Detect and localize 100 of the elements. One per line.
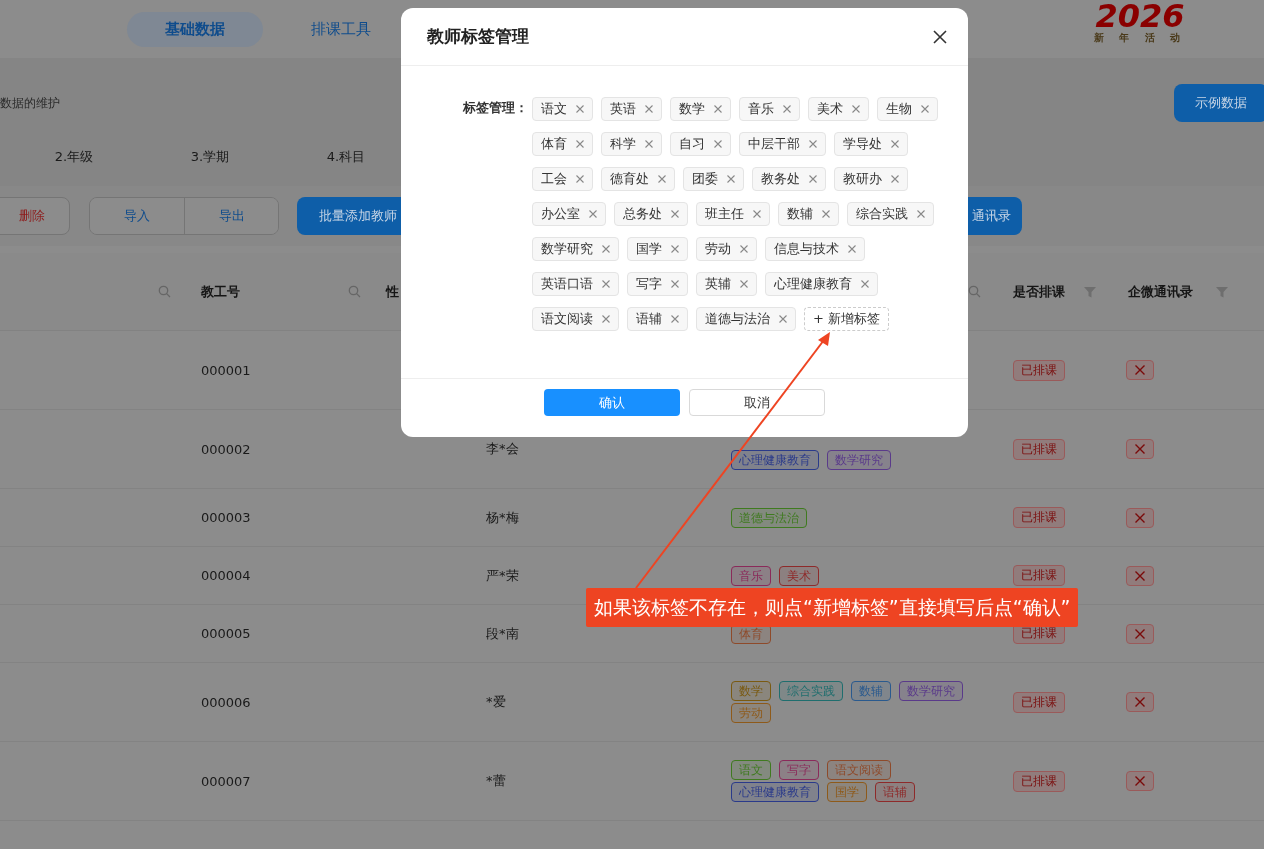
tag-label: 写字 <box>636 275 662 293</box>
tag-chip[interactable]: 写字 <box>627 272 688 296</box>
tag-label: 美术 <box>817 100 843 118</box>
tag-label: 数辅 <box>787 205 813 223</box>
subject-tag: 心理健康教育 <box>731 782 819 802</box>
tag-chip[interactable]: 德育处 <box>601 167 675 191</box>
step-label[interactable]: 2.年级 <box>6 148 142 166</box>
tag-chip[interactable]: 英语 <box>601 97 662 121</box>
tag-label: 体育 <box>541 135 567 153</box>
cross-icon <box>1134 775 1146 787</box>
cross-icon <box>1134 364 1146 376</box>
tag-chip[interactable]: 数学研究 <box>532 237 619 261</box>
tag-label: 科学 <box>610 135 636 153</box>
tag-chip[interactable]: 国学 <box>627 237 688 261</box>
table-cell: 000003 <box>201 510 251 525</box>
tag-label: 语辅 <box>636 310 662 328</box>
tag-chip[interactable]: 语辅 <box>627 307 688 331</box>
column-header: 性 <box>386 282 399 301</box>
tag-label: 道德与法治 <box>705 310 770 328</box>
tag-label: 国学 <box>636 240 662 258</box>
cancel-button[interactable]: 取消 <box>689 389 825 416</box>
tag-chip[interactable]: 中层干部 <box>739 132 826 156</box>
subject-tag: 美术 <box>779 565 819 586</box>
step-label[interactable]: 3.学期 <box>142 148 278 166</box>
tag-chip[interactable]: 科学 <box>601 132 662 156</box>
tag-chip[interactable]: 数学 <box>670 97 731 121</box>
tag-chip[interactable]: 劳动 <box>696 237 757 261</box>
subject-tag: 数学研究 <box>827 450 891 470</box>
table-cell: *蕾 <box>486 772 506 790</box>
annotation-callout: 如果该标签不存在，则点“新增标签”直接填写后点“确认” <box>586 588 1079 627</box>
tag-chip[interactable]: 数辅 <box>778 202 839 226</box>
cross-icon <box>1134 511 1146 524</box>
tag-chip[interactable]: 自习 <box>670 132 731 156</box>
tag-chip[interactable]: 学导处 <box>834 132 908 156</box>
dialog-title: 教师标签管理 <box>427 25 529 48</box>
tag-chip[interactable]: 工会 <box>532 167 593 191</box>
tag-label: 团委 <box>692 170 718 188</box>
tag-label: 语文 <box>541 100 567 118</box>
table-cell: 000006 <box>201 694 251 710</box>
subject-tag: 综合实践 <box>779 681 843 701</box>
table-cell: 000004 <box>201 568 251 583</box>
status-tag: 已排课 <box>1013 770 1065 792</box>
tag-chip[interactable]: 音乐 <box>739 97 800 121</box>
tag-chip[interactable]: 体育 <box>532 132 593 156</box>
status-tag: 已排课 <box>1013 691 1065 713</box>
close-icon[interactable] <box>933 29 947 44</box>
sample-data-button[interactable]: 示例数据 <box>1174 84 1264 122</box>
tag-chip[interactable]: 综合实践 <box>847 202 934 226</box>
add-tag-button[interactable]: + 新增标签 <box>804 307 890 331</box>
tag-label: 英语口语 <box>541 275 593 293</box>
status-tag: 已排课 <box>1013 565 1065 586</box>
tag-label: 英语 <box>610 100 636 118</box>
table-cell: 000007 <box>201 773 251 789</box>
tag-chip[interactable]: 信息与技术 <box>765 237 865 261</box>
search-icon[interactable] <box>158 285 171 298</box>
tag-label: 学导处 <box>843 135 882 153</box>
cross-icon <box>1134 569 1146 582</box>
cross-icon <box>1134 627 1146 640</box>
subject-tag: 音乐 <box>731 565 771 586</box>
tag-label: 德育处 <box>610 170 649 188</box>
table-cell: 李*会 <box>486 440 519 458</box>
subject-tag: 语辅 <box>875 782 915 802</box>
search-icon[interactable] <box>348 285 361 298</box>
tag-chip[interactable]: 教研办 <box>834 167 908 191</box>
column-header: 企微通讯录 <box>1128 282 1193 301</box>
tag-chip[interactable]: 英辅 <box>696 272 757 296</box>
tag-label: 教务处 <box>761 170 800 188</box>
search-icon[interactable] <box>968 285 981 298</box>
tag-label: 音乐 <box>748 100 774 118</box>
tag-label: 语文阅读 <box>541 310 593 328</box>
tag-label: 劳动 <box>705 240 731 258</box>
tag-chip[interactable]: 心理健康教育 <box>765 272 878 296</box>
tag-chip[interactable]: 团委 <box>683 167 744 191</box>
subject-tag: 国学 <box>827 782 867 802</box>
tag-chip[interactable]: 语文阅读 <box>532 307 619 331</box>
table-cell: 000005 <box>201 626 251 641</box>
tag-chip[interactable]: 语文 <box>532 97 593 121</box>
field-label: 标签管理： <box>463 99 528 117</box>
logo-year: 2026 <box>1095 0 1185 32</box>
tag-chip[interactable]: 英语口语 <box>532 272 619 296</box>
tag-label: 心理健康教育 <box>774 275 852 293</box>
tag-chip[interactable]: 生物 <box>877 97 938 121</box>
tag-label: 自习 <box>679 135 705 153</box>
tag-chip[interactable]: 教务处 <box>752 167 826 191</box>
subject-tag: 数辅 <box>851 681 891 701</box>
page-description: 数据的维护 <box>0 94 60 112</box>
tag-chip[interactable]: 道德与法治 <box>696 307 796 331</box>
status-tag: 已排课 <box>1013 359 1065 381</box>
tag-chip[interactable]: 总务处 <box>614 202 688 226</box>
tag-chip[interactable]: 美术 <box>808 97 869 121</box>
table-cell: 杨*梅 <box>486 508 519 527</box>
subject-tag: 道德与法治 <box>731 507 807 528</box>
tag-chip[interactable]: 办公室 <box>532 202 606 226</box>
table-cell: 000002 <box>201 441 251 457</box>
tag-chip[interactable]: 班主任 <box>696 202 770 226</box>
tag-label: 总务处 <box>623 205 662 223</box>
subject-tag: 劳动 <box>731 703 771 723</box>
tag-label: 数学 <box>679 100 705 118</box>
cross-icon <box>1134 443 1146 455</box>
table-cell: 000001 <box>201 362 251 378</box>
